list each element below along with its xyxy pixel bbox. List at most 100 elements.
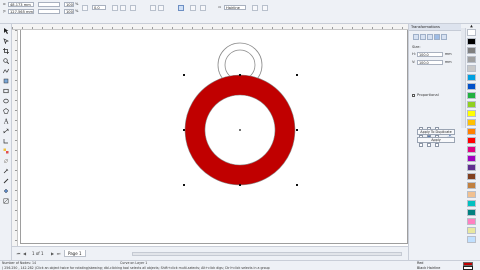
text-tool-icon[interactable]: A — [3, 118, 9, 125]
palette-swatch[interactable] — [467, 227, 476, 234]
handle-top-left[interactable] — [183, 74, 185, 76]
palette-swatch[interactable] — [467, 29, 476, 36]
palette-swatch[interactable] — [467, 101, 476, 108]
size-v-field[interactable]: 100.0 — [417, 60, 443, 65]
status-object-info: Number of Nodes: 14 — [2, 261, 37, 265]
page-tab[interactable]: Page 1 — [64, 250, 86, 257]
palette-swatch[interactable] — [467, 110, 476, 117]
proportional-checkbox[interactable] — [412, 94, 415, 97]
outline-pen-button[interactable] — [158, 5, 164, 11]
mirror-vertical-button[interactable] — [120, 5, 126, 11]
line-end-start-button[interactable] — [190, 5, 196, 11]
scale-tab-button[interactable] — [427, 34, 433, 40]
polygon-tool-icon[interactable] — [3, 108, 9, 114]
handle-top-center[interactable] — [239, 74, 241, 76]
svg-text:A: A — [3, 119, 9, 125]
palette-swatch[interactable] — [467, 200, 476, 207]
palette-swatch[interactable] — [467, 191, 476, 198]
palette-swatch[interactable] — [467, 47, 476, 54]
palette-swatch[interactable] — [467, 38, 476, 45]
palette-swatch[interactable] — [467, 92, 476, 99]
fill-indicator-label: Red — [417, 261, 424, 265]
outline-tool-icon[interactable] — [3, 178, 9, 184]
outline-indicator-label: Black Hairline — [417, 266, 441, 270]
smart-fill-tool-icon[interactable] — [3, 78, 9, 84]
horizontal-scrollbar[interactable] — [132, 252, 402, 256]
to-curve-button[interactable] — [130, 5, 136, 11]
apply-button[interactable]: Apply — [417, 137, 455, 143]
status-bar: Number of Nodes: 14 Curve on Layer 1 ( 2… — [0, 260, 480, 270]
zoom-tool-icon[interactable] — [3, 58, 9, 64]
palette-swatch[interactable] — [467, 56, 476, 63]
palette-swatch[interactable] — [467, 119, 476, 126]
outline-style-selector-button[interactable] — [178, 5, 184, 11]
skew-tab-button[interactable] — [441, 34, 447, 40]
line-end-end-button[interactable] — [200, 5, 206, 11]
size-h-field[interactable]: 100.0 — [417, 52, 443, 57]
palette-swatch[interactable] — [467, 218, 476, 225]
palette-swatch[interactable] — [467, 164, 476, 171]
edit-curve-button[interactable] — [262, 5, 268, 11]
mirror-horizontal-button[interactable] — [112, 5, 118, 11]
handle-bottom-left[interactable] — [183, 184, 185, 186]
prev-page-icon[interactable]: ◀ — [22, 251, 27, 256]
interactive-fill-tool-icon[interactable] — [3, 198, 9, 204]
handle-middle-right[interactable] — [296, 129, 298, 131]
handle-bottom-center[interactable] — [239, 184, 241, 186]
center-marker — [239, 129, 241, 131]
outline-width-icon: ▭ — [218, 5, 222, 9]
rotation-angle-field[interactable]: 0.0 — [92, 5, 106, 10]
property-bar: x: 48.173 mm y: 127.565 mm 100.0 % 100.0… — [0, 0, 480, 24]
close-curve-button[interactable] — [252, 5, 258, 11]
palette-swatch[interactable] — [467, 74, 476, 81]
wrap-text-button[interactable] — [150, 5, 156, 11]
docker-side-tabs[interactable] — [461, 28, 466, 128]
h-label: H: — [412, 52, 416, 56]
handle-top-right[interactable] — [296, 74, 298, 76]
x-position-field[interactable]: 48.173 mm — [8, 2, 34, 7]
first-page-icon[interactable]: ⏮ — [16, 251, 21, 256]
crop-tool-icon[interactable] — [3, 48, 9, 54]
palette-swatch[interactable] — [467, 128, 476, 135]
shape-tool-icon[interactable] — [3, 38, 9, 44]
handle-bottom-right[interactable] — [296, 184, 298, 186]
object-height-field[interactable] — [38, 9, 60, 14]
palette-swatch[interactable] — [467, 137, 476, 144]
palette-swatch[interactable] — [467, 65, 476, 72]
rotate-tab-button[interactable] — [420, 34, 426, 40]
palette-swatch[interactable] — [467, 146, 476, 153]
parallel-dimension-tool-icon[interactable] — [3, 128, 9, 134]
last-page-icon[interactable]: ⏭ — [56, 251, 61, 256]
pick-tool-icon[interactable] — [3, 28, 9, 34]
palette-swatch[interactable] — [467, 155, 476, 162]
lock-ratio-button[interactable] — [82, 5, 88, 11]
transparency-tool-icon[interactable] — [3, 158, 9, 164]
position-tab-button[interactable] — [413, 34, 419, 40]
size-label: Size: — [412, 45, 421, 49]
palette-swatch[interactable] — [467, 236, 476, 243]
apply-to-duplicate-button[interactable]: Apply To Duplicate — [417, 129, 455, 135]
drawing-canvas[interactable] — [18, 30, 408, 246]
palette-swatch[interactable] — [467, 209, 476, 216]
size-tab-button[interactable] — [434, 34, 440, 40]
ellipse-tool-icon[interactable] — [3, 98, 9, 104]
blend-tool-icon[interactable] — [3, 148, 9, 154]
page-navigator: ⏮ ◀ 1 of 1 ▶ ⏭ Page 1 — [12, 246, 408, 260]
next-page-icon[interactable]: ▶ — [50, 251, 55, 256]
y-position-field[interactable]: 127.565 mm — [8, 9, 34, 14]
connector-tool-icon[interactable] — [3, 138, 9, 144]
rectangle-tool-icon[interactable] — [3, 88, 9, 94]
palette-scroll-up-icon[interactable]: ▲ — [467, 24, 476, 28]
scale-width-field[interactable]: 100.0 — [64, 2, 74, 7]
eyedropper-tool-icon[interactable] — [3, 168, 9, 174]
outline-color-swatch[interactable] — [463, 266, 473, 270]
fill-tool-icon[interactable] — [3, 188, 9, 194]
palette-swatch[interactable] — [467, 83, 476, 90]
freehand-tool-icon[interactable] — [3, 68, 9, 74]
outline-width-select[interactable]: Hairline — [224, 5, 246, 10]
palette-swatch[interactable] — [467, 173, 476, 180]
palette-swatch[interactable] — [467, 182, 476, 189]
scale-height-field[interactable]: 100.0 — [64, 9, 74, 14]
object-width-field[interactable] — [38, 2, 60, 7]
handle-middle-left[interactable] — [183, 129, 185, 131]
